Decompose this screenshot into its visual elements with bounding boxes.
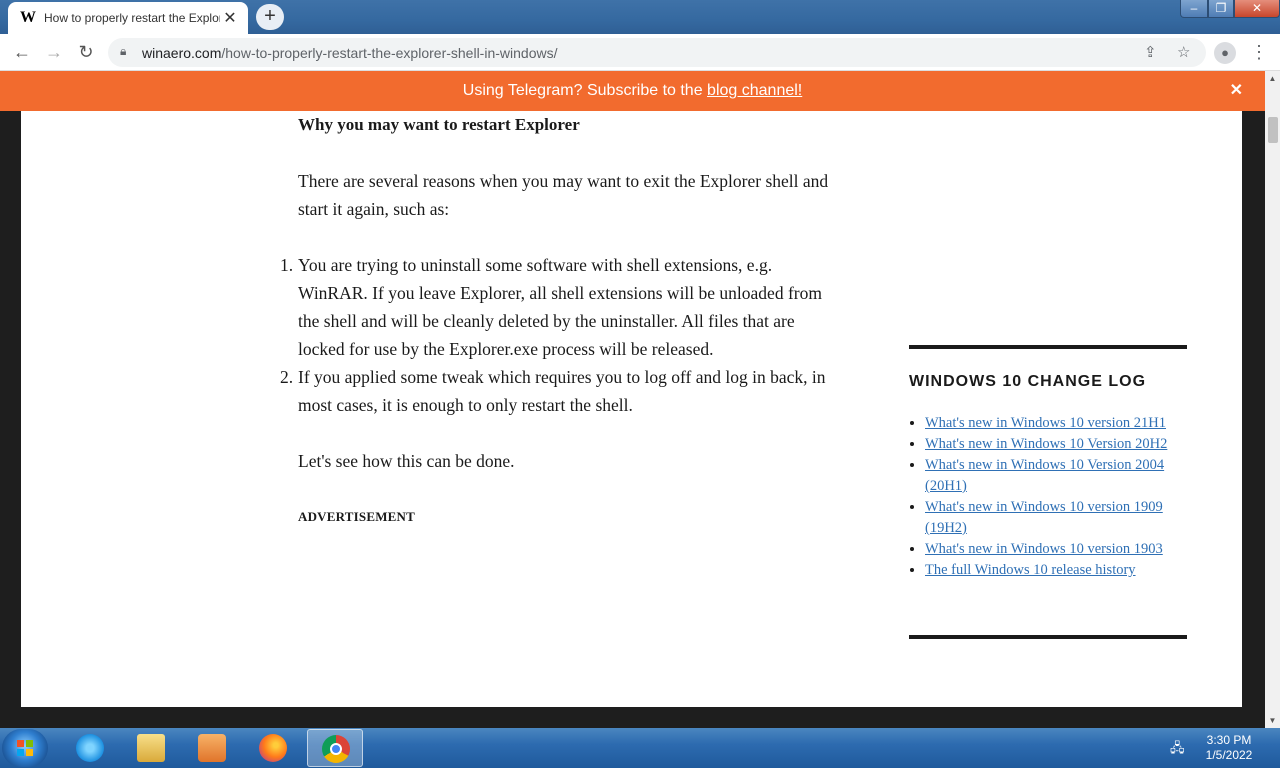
- changelog-link[interactable]: The full Windows 10 release history: [925, 562, 1136, 578]
- page-scrollbar[interactable]: ▲ ▼: [1265, 71, 1280, 728]
- blog-channel-link[interactable]: blog channel!: [707, 82, 802, 99]
- address-url[interactable]: winaero.com/how-to-properly-restart-the-…: [142, 45, 557, 61]
- list-item-number: 2.: [280, 367, 294, 387]
- taskbar-media-player[interactable]: [184, 729, 240, 767]
- taskbar-chrome[interactable]: [307, 729, 363, 767]
- changelog-link[interactable]: What's new in Windows 10 version 21H1: [925, 415, 1166, 431]
- sidebar-widget: WINDOWS 10 CHANGE LOG What's new in Wind…: [909, 345, 1187, 639]
- profile-avatar-icon[interactable]: ●: [1214, 42, 1236, 64]
- list-item-number: 1.: [280, 255, 294, 275]
- media-player-icon: [198, 734, 226, 762]
- tab-title: How to properly restart the Explorer she…: [44, 11, 220, 25]
- page-content: Why you may want to restart Explorer The…: [21, 111, 1242, 707]
- list-item: What's new in Windows 10 version 1909 (1…: [925, 497, 1187, 539]
- changelog-link[interactable]: What's new in Windows 10 version 1909 (1…: [925, 499, 1163, 536]
- list-item: The full Windows 10 release history: [925, 560, 1187, 581]
- browser-menu-icon[interactable]: ⋮: [1250, 40, 1268, 64]
- widget-title: WINDOWS 10 CHANGE LOG: [909, 373, 1147, 390]
- reload-icon[interactable]: ↻: [74, 41, 98, 65]
- maximize-button[interactable]: ❐: [1208, 0, 1234, 18]
- star-icon[interactable]: ☆: [1177, 43, 1190, 61]
- section-heading: Why you may want to restart Explorer: [298, 115, 580, 134]
- widget-divider: [909, 345, 1187, 349]
- outro-paragraph: Let's see how this can be done.: [298, 451, 515, 471]
- banner-text: Using Telegram? Subscribe to the: [462, 82, 708, 99]
- windows-taskbar: 🖧︎ 3:30 PM 1/5/2022: [0, 728, 1280, 768]
- telegram-banner: Using Telegram? Subscribe to the blog ch…: [0, 71, 1265, 111]
- taskbar-internet-explorer[interactable]: [62, 729, 118, 767]
- intro-paragraph: There are several reasons when you may w…: [298, 171, 829, 219]
- list-item-text: If you applied some tweak which requires…: [298, 367, 826, 415]
- back-arrow-icon[interactable]: ←: [10, 41, 34, 65]
- taskbar-file-explorer[interactable]: [123, 729, 179, 767]
- tab-close-icon[interactable]: ✕: [220, 8, 240, 28]
- list-item: What's new in Windows 10 version 21H1: [925, 413, 1187, 434]
- clock-time: 3:30 PM: [1206, 733, 1252, 747]
- minimize-button[interactable]: –: [1180, 0, 1208, 18]
- browser-tab[interactable]: W How to properly restart the Explorer s…: [8, 2, 248, 34]
- list-item-text: You are trying to uninstall some softwar…: [298, 255, 822, 359]
- browser-toolbar: ← → ↻ 🔒︎ winaero.com/how-to-properly-res…: [0, 34, 1280, 71]
- lock-icon[interactable]: 🔒︎: [120, 44, 126, 59]
- list-item: What's new in Windows 10 Version 20H2: [925, 434, 1187, 455]
- url-domain: winaero.com: [142, 45, 222, 61]
- folder-icon: [137, 734, 165, 762]
- advertisement-label: ADVERTISEMENT: [298, 509, 415, 524]
- scroll-up-icon[interactable]: ▲: [1265, 71, 1280, 86]
- url-path: /how-to-properly-restart-the-explorer-sh…: [221, 45, 558, 61]
- windows-logo-icon: [17, 740, 33, 756]
- list-item: What's new in Windows 10 Version 2004 (2…: [925, 455, 1187, 497]
- reasons-list: 1. You are trying to uninstall some soft…: [280, 251, 843, 419]
- scrollbar-thumb[interactable]: [1268, 117, 1278, 143]
- forward-arrow-icon[interactable]: →: [42, 41, 66, 65]
- changelog-link[interactable]: What's new in Windows 10 Version 2004 (2…: [925, 457, 1164, 494]
- changelog-link[interactable]: What's new in Windows 10 Version 20H2: [925, 436, 1167, 452]
- internet-explorer-icon: [76, 734, 104, 762]
- banner-close-icon[interactable]: ✕: [1230, 71, 1243, 111]
- changelog-link[interactable]: What's new in Windows 10 version 1903: [925, 541, 1163, 557]
- close-window-button[interactable]: ✕: [1234, 0, 1280, 18]
- list-item: 1. You are trying to uninstall some soft…: [280, 251, 843, 363]
- winaero-favicon-icon: W: [20, 9, 36, 26]
- list-item: What's new in Windows 10 version 1903: [925, 539, 1187, 560]
- start-button[interactable]: [2, 729, 48, 767]
- taskbar-firefox[interactable]: [245, 729, 301, 767]
- new-tab-button[interactable]: +: [256, 4, 284, 30]
- changelog-list: What's new in Windows 10 version 21H1 Wh…: [909, 413, 1187, 581]
- browser-titlebar: W How to properly restart the Explorer s…: [0, 0, 1280, 34]
- list-item: 2. If you applied some tweak which requi…: [280, 363, 843, 419]
- scroll-down-icon[interactable]: ▼: [1265, 713, 1280, 728]
- clock-date: 1/5/2022: [1205, 748, 1253, 762]
- chrome-icon: [322, 735, 350, 763]
- page-viewport: Why you may want to restart Explorer The…: [0, 111, 1265, 728]
- network-icon[interactable]: 🖧︎: [1170, 739, 1185, 761]
- share-icon[interactable]: ⇪: [1144, 43, 1157, 61]
- widget-divider: [909, 635, 1187, 639]
- firefox-icon: [259, 734, 287, 762]
- address-bar[interactable]: 🔒︎ winaero.com/how-to-properly-restart-t…: [108, 38, 1206, 67]
- taskbar-clock[interactable]: 3:30 PM 1/5/2022: [1196, 733, 1262, 763]
- window-controls: – ❐ ✕: [1180, 0, 1280, 20]
